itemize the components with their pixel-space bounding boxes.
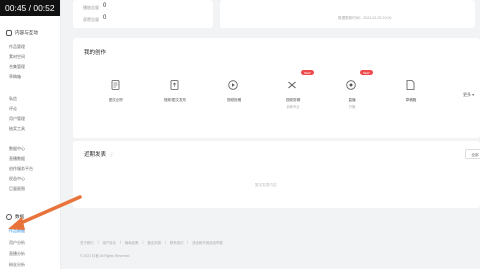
footer-link[interactable]: 联系我们 <box>170 240 184 245</box>
create-tile-draft[interactable]: 草稿箱 <box>383 56 439 138</box>
filter-tab-all[interactable]: 全部 <box>465 149 480 159</box>
sidebar-item[interactable]: 草稿箱 <box>9 74 21 80</box>
new-badge: NEW <box>301 70 314 75</box>
footer-separator: | <box>164 240 166 244</box>
recent-section <box>73 141 480 208</box>
stat-label: 播放总量 <box>83 5 99 10</box>
footer-link[interactable]: 用户协议 <box>102 240 116 245</box>
image-doc-icon <box>110 80 120 90</box>
footer-link[interactable]: 营业执照 <box>147 240 161 245</box>
sidebar-group-label: 内容与互动 <box>15 30 38 35</box>
create-tile-capcut[interactable]: NEW 视频剪辑 剪映专业 <box>265 56 321 138</box>
create-tile-video[interactable]: 视频投稿 <box>206 56 262 138</box>
stat-value: 0 <box>103 3 107 9</box>
sidebar-item[interactable]: 权益中心 <box>9 176 25 182</box>
more-button[interactable]: 更多 ▾ <box>463 92 474 98</box>
sidebar: 内容与互动 作品管理 素材空间 合集管理 草稿箱 私信 评论 用户管理 抽奖工具… <box>0 0 61 269</box>
capcut-icon <box>287 80 297 90</box>
help-icon[interactable]: ⓘ <box>110 152 114 157</box>
create-tile-live[interactable]: NEW 直播 开播 <box>324 56 380 138</box>
sidebar-group-content[interactable]: 内容与互动 <box>6 30 38 36</box>
footer-separator: | <box>97 240 99 244</box>
footer-separator: | <box>142 240 144 244</box>
empty-state: 暂无发表内容 <box>255 183 277 187</box>
sidebar-item-active[interactable]: 作品数据 <box>9 228 25 234</box>
upload-doc-icon <box>169 80 179 90</box>
tile-label: 视频/图文发布 <box>163 98 187 102</box>
sidebar-item[interactable]: 作品管理 <box>9 44 25 50</box>
sidebar-group-data[interactable]: 数据 <box>6 214 24 220</box>
tile-label: 直播 <box>348 98 356 102</box>
create-tile-image[interactable]: 图文创作 <box>88 56 144 138</box>
live-icon <box>346 80 356 90</box>
footer-copyright: © 2023 抖音 All Rights Reserved <box>80 254 130 258</box>
footer-link[interactable]: 违法和不良信息举报 <box>192 240 223 245</box>
sidebar-group-label: 数据 <box>15 214 25 219</box>
play-circle-icon <box>228 80 238 90</box>
sidebar-item[interactable]: 抽奖工具 <box>9 126 25 132</box>
stat-label: 获赞总量 <box>83 17 99 22</box>
create-title: 我的创作 <box>84 50 107 56</box>
sidebar-item[interactable]: 用户管理 <box>9 116 25 122</box>
update-time: 数据更新时间：2023-02-25 10:00 <box>338 16 392 20</box>
tile-label: 草稿箱 <box>405 98 417 102</box>
sidebar-item[interactable]: 粉丝分析 <box>9 262 25 268</box>
sidebar-item[interactable]: 评论 <box>9 106 17 112</box>
sidebar-item[interactable]: 合集管理 <box>9 64 25 70</box>
sidebar-item[interactable]: 巨量星图 <box>9 186 25 192</box>
sidebar-item[interactable]: 素材空间 <box>9 54 25 60</box>
sidebar-item[interactable]: 直播分析 <box>9 251 25 257</box>
recent-title: 近期发表 ⓘ <box>84 150 114 158</box>
data-icon <box>6 214 12 220</box>
tile-sublabel: 剪映专业 <box>286 105 300 109</box>
stats-summary-card: 数据更新时间：2023-02-25 10:00 <box>220 0 475 28</box>
content-icon <box>6 30 12 36</box>
tile-label: 图文创作 <box>108 98 124 102</box>
footer-links: 关于我们 | 用户协议 | 隐私政策 | 营业执照 | 联系我们 | 违法和不良… <box>80 240 223 245</box>
new-badge: NEW <box>360 70 373 75</box>
footer-link[interactable]: 关于我们 <box>80 240 94 245</box>
footer-link[interactable]: 隐私政策 <box>125 240 139 245</box>
footer-separator: | <box>120 240 121 244</box>
stat-value: 0 <box>103 15 107 21</box>
sidebar-item[interactable]: 私信 <box>9 96 17 102</box>
stats-card: 播放总量 0 获赞总量 0 <box>73 0 213 28</box>
footer-separator: | <box>187 240 189 244</box>
tile-sublabel: 开播 <box>348 105 356 109</box>
draft-icon <box>405 80 415 90</box>
sidebar-item[interactable]: 创作服务平台 <box>9 166 33 172</box>
tile-label: 视频剪辑 <box>285 98 301 102</box>
video-timestamp: 00:45 / 00:52 <box>0 0 60 16</box>
sidebar-item[interactable]: 直播数据 <box>9 156 25 162</box>
sidebar-item[interactable]: 数据中心 <box>9 146 25 152</box>
recent-title-text: 近期发表 <box>84 152 107 158</box>
tile-label: 视频投稿 <box>226 98 242 102</box>
sidebar-item[interactable]: 用户分析 <box>9 240 25 246</box>
create-tile-upload[interactable]: 视频/图文发布 <box>147 56 203 138</box>
